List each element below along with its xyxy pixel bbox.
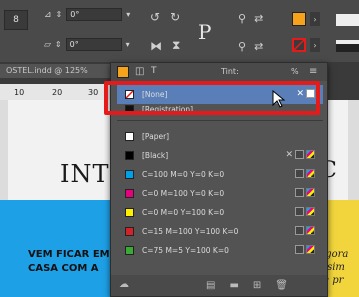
green-swatch-chip	[125, 246, 134, 255]
shear-angle-icon: ▱	[44, 39, 51, 50]
select-content-icon[interactable]: ⚲	[238, 40, 246, 53]
fill-toggle-icon[interactable]	[117, 66, 129, 78]
chevron-down-icon[interactable]: ▾	[126, 40, 130, 49]
show-swatch-views-icon[interactable]: ▤	[206, 280, 215, 291]
mouse-cursor	[272, 89, 286, 110]
chevron-right-icon[interactable]: ›	[310, 12, 320, 26]
magenta-swatch-chip	[125, 189, 134, 198]
stepper-icon[interactable]: ⇕	[56, 10, 63, 19]
swatch-row-magenta[interactable]: C=0 M=100 Y=0 K=0	[117, 184, 323, 203]
delete-swatch-icon[interactable]: 🗑	[275, 280, 288, 291]
text-frame-indicator-icon[interactable]: P	[198, 20, 211, 44]
cmyk-icon	[306, 245, 315, 254]
cyan-swatch-chip	[125, 170, 134, 179]
fill-swatch-button[interactable]	[292, 12, 306, 26]
horizontal-ruler: 10 20 30	[0, 84, 110, 100]
flip-vertical-icon[interactable]: ⧗	[172, 38, 180, 53]
swatch-row-black[interactable]: [Black] ✕	[117, 146, 323, 165]
process-color-icon	[295, 226, 304, 235]
swatch-row-cyan[interactable]: C=100 M=0 Y=0 K=0	[117, 165, 323, 184]
panel-menu-icon[interactable]: ≡	[309, 66, 317, 77]
swatch-name: [Black]	[142, 151, 169, 160]
cmyk-icon	[306, 226, 315, 235]
cannot-edit-icon: ✕	[285, 150, 293, 160]
process-color-icon	[295, 245, 304, 254]
chevron-down-icon[interactable]: ▾	[126, 10, 130, 19]
blue-text-line: VEM FICAR EM	[28, 249, 110, 260]
swatch-row-paper[interactable]: [Paper]	[117, 127, 323, 146]
cmyk-icon	[306, 169, 315, 178]
swatch-row-red[interactable]: C=15 M=100 Y=100 K=0	[117, 222, 323, 241]
rotation-angle-input[interactable]: 0°	[66, 8, 123, 21]
cc-libraries-icon[interactable]: ☁	[119, 279, 129, 290]
rotate-ccw-icon[interactable]: ↺	[150, 10, 160, 24]
tint-label: Tint:	[221, 67, 239, 76]
cmyk-icon	[306, 188, 315, 197]
page-heading-left: INT	[60, 160, 110, 188]
select-previous-icon[interactable]: ⇄	[254, 40, 263, 53]
black-swatch-chip	[125, 151, 134, 160]
ruler-mark: 20	[52, 88, 63, 97]
new-color-group-icon[interactable]: ▬	[229, 280, 238, 291]
ruler-mark: 10	[14, 88, 25, 97]
swatches-panel-header: ◫ T Tint: % ≡	[111, 63, 327, 81]
swatch-row-yellow[interactable]: C=0 M=0 Y=100 K=0	[117, 203, 323, 222]
yellow-swatch-chip	[125, 208, 134, 217]
red-swatch-chip	[125, 227, 134, 236]
process-color-icon	[295, 169, 304, 178]
swatch-name: C=0 M=0 Y=100 K=0	[142, 208, 225, 217]
paper-swatch-chip	[125, 132, 134, 141]
list-divider	[117, 120, 323, 121]
new-swatch-icon[interactable]: ⊞	[253, 280, 261, 291]
swatch-name: C=0 M=100 Y=0 K=0	[142, 189, 225, 198]
rotate-cw-icon[interactable]: ↻	[170, 10, 180, 24]
control-bar: 8 ⊿ ⇕ 0° ▾ ▱ ⇕ 0° ▾ ↺ ↻ ⧓ ⧗ P ⚲ ⇄ ⚲ ⇄ › …	[0, 0, 359, 62]
process-color-icon	[295, 207, 304, 216]
blue-text-line: CASA COM A	[28, 263, 99, 274]
highlight-box	[104, 81, 320, 115]
stroke-weight-field[interactable]	[336, 14, 359, 26]
select-container-icon[interactable]: ⚲	[238, 12, 246, 25]
process-color-icon	[295, 150, 304, 159]
chevron-right-icon[interactable]: ›	[310, 38, 320, 52]
cmyk-icon	[306, 207, 315, 216]
swatch-name: C=100 M=0 Y=0 K=0	[142, 170, 225, 179]
swatch-name: C=15 M=100 Y=100 K=0	[142, 227, 239, 236]
reference-point-field[interactable]: 8	[4, 10, 28, 30]
ruler-mark: 30	[88, 88, 99, 97]
rotate-angle-icon: ⊿	[44, 9, 52, 20]
process-color-icon	[295, 188, 304, 197]
swatches-panel-footer: ☁ ▤ ▬ ⊞ 🗑	[111, 275, 327, 296]
swatch-row-green[interactable]: C=75 M=5 Y=100 K=0	[117, 241, 323, 260]
text-formatting-icon[interactable]: T	[151, 66, 157, 76]
cmyk-icon	[306, 150, 315, 159]
tint-percent-label: %	[291, 67, 299, 76]
stroke-swatch-button[interactable]	[292, 38, 306, 52]
swatch-name: [Paper]	[142, 132, 170, 141]
stroke-type-selector[interactable]	[336, 40, 359, 52]
flip-horizontal-icon[interactable]: ⧓	[150, 39, 162, 53]
document-tab[interactable]: OSTEL.indd @ 125%	[0, 64, 110, 78]
stroke-toggle-icon[interactable]: ◫	[135, 66, 144, 77]
select-next-icon[interactable]: ⇄	[254, 12, 263, 25]
stepper-icon[interactable]: ⇕	[55, 40, 62, 49]
shear-angle-input[interactable]: 0°	[65, 38, 122, 51]
blue-frame-text: VEM FICAR EM CASA COM A	[28, 248, 110, 276]
swatch-name: C=75 M=5 Y=100 K=0	[142, 246, 229, 255]
